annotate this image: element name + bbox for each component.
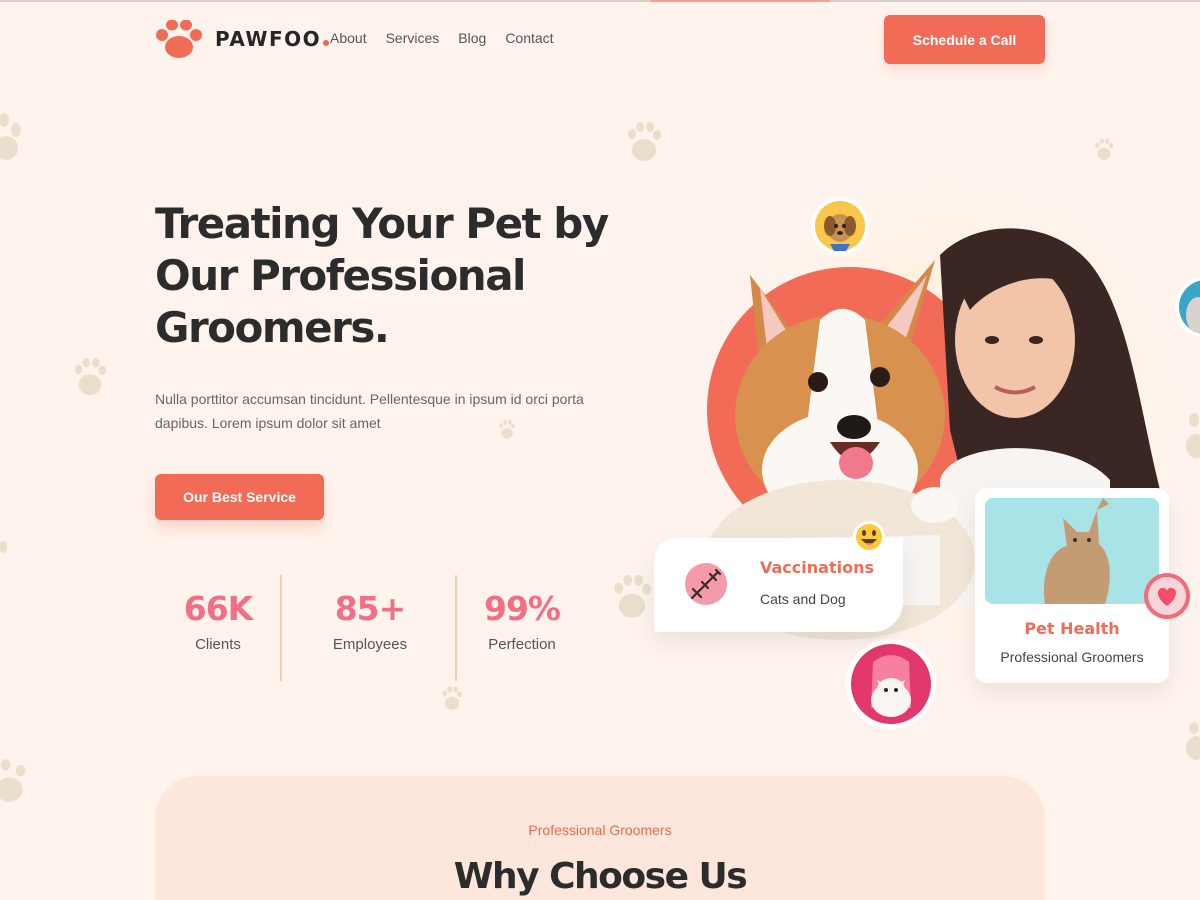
background-paw-icon (0, 759, 26, 802)
hero-title: Treating Your Pet by Our Professional Gr… (155, 199, 609, 352)
best-service-button[interactable]: Our Best Service (155, 474, 324, 520)
background-paw-icon (0, 113, 21, 160)
nav-blog[interactable]: Blog (458, 30, 486, 46)
hero-description: Nulla porttitor accumsan tincidunt. Pell… (155, 391, 584, 431)
stat-employees: 85+ Employees (307, 575, 433, 653)
background-paw-icon (628, 122, 661, 161)
background-paw-icon (74, 358, 107, 396)
nav-about[interactable]: About (330, 30, 367, 46)
top-border-accent (650, 0, 830, 2)
smile-emoji-icon (853, 521, 885, 553)
background-paw-icon (0, 541, 7, 553)
stat-clients: 66K Clients (155, 575, 281, 653)
kitten-avatar (846, 639, 936, 729)
stat-label: Employees (332, 636, 408, 653)
vaccinations-subtitle: Cats and Dog (760, 591, 846, 607)
main-nav: About Services Blog Contact (330, 30, 554, 46)
vaccinations-title: Vaccinations (760, 558, 874, 577)
cat-avatar (1175, 276, 1200, 338)
nav-services[interactable]: Services (386, 30, 440, 46)
schedule-call-button[interactable]: Schedule a Call (884, 15, 1045, 64)
stat-divider (280, 575, 282, 681)
stat-label: Perfection (488, 636, 556, 653)
brand-dot (323, 40, 330, 46)
stat-divider (455, 575, 457, 681)
why-choose-us-section: Professional Groomers Why Choose Us (155, 776, 1045, 900)
top-border (0, 0, 1200, 2)
section-title: Why Choose Us (453, 856, 748, 897)
brand-name: PAWFOO (215, 27, 322, 51)
nav-contact[interactable]: Contact (505, 30, 553, 46)
stat-value: 66K (183, 589, 254, 628)
paw-logo-icon (156, 20, 202, 58)
syringe-icon (685, 563, 727, 605)
background-paw-icon (1095, 138, 1114, 160)
pet-health-title: Pet Health (1024, 619, 1120, 638)
section-subtitle: Professional Groomers (528, 822, 672, 838)
pet-health-subtitle: Professional Groomers (1000, 649, 1144, 665)
stat-label: Clients (195, 636, 241, 653)
stat-value: 99% (484, 589, 561, 628)
site-header: PAWFOO About Services Blog Contact Sched… (155, 15, 1045, 65)
stat-value: 85+ (334, 589, 407, 628)
puppy-avatar (811, 197, 869, 255)
cat-image (985, 498, 1159, 604)
stat-perfection: 99% Perfection (459, 575, 585, 653)
pet-health-card[interactable]: Pet Health Professional Groomers (975, 488, 1169, 683)
heart-icon (1144, 573, 1190, 619)
brand-logo[interactable]: PAWFOO (155, 20, 330, 58)
background-paw-icon (442, 686, 463, 710)
